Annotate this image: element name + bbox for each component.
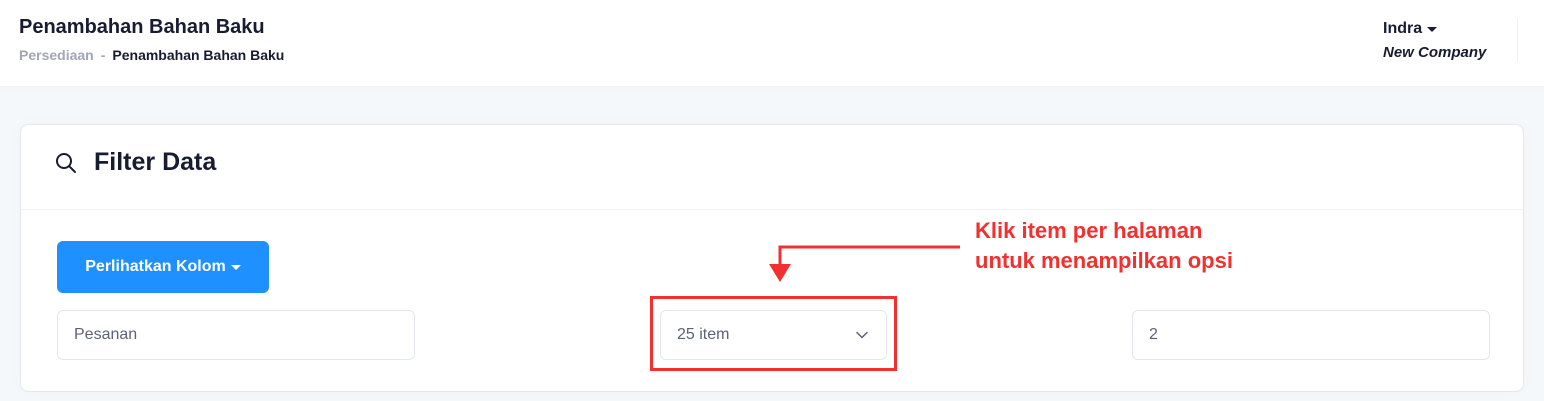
card-title: Filter Data — [94, 148, 217, 176]
annotation-line-2: untuk menampilkan opsi — [975, 248, 1233, 273]
highlight-box — [650, 296, 897, 371]
breadcrumb: Persediaan - Penambahan Bahan Baku — [19, 47, 284, 63]
annotation-text: Klik item per halaman untuk menampilkan … — [975, 216, 1233, 276]
show-columns-label: Perlihatkan Kolom — [85, 258, 226, 275]
annotation-line-1: Klik item per halaman — [975, 218, 1203, 243]
annotation-arrow — [769, 245, 960, 282]
breadcrumb-separator: - — [100, 47, 106, 63]
show-columns-button[interactable]: Perlihatkan Kolom — [57, 241, 269, 293]
page-title: Penambahan Bahan Baku — [19, 16, 265, 38]
page-number-value: 2 — [1149, 326, 1158, 343]
breadcrumb-current: Penambahan Bahan Baku — [112, 47, 285, 63]
breadcrumb-parent[interactable]: Persediaan — [19, 47, 94, 63]
caret-down-icon — [230, 264, 241, 270]
header-divider — [1517, 18, 1518, 62]
search-input[interactable]: Pesanan — [57, 310, 415, 360]
page-header: Penambahan Bahan Baku Persediaan - Penam… — [0, 0, 1544, 86]
caret-down-icon — [1427, 26, 1438, 32]
page-number-input[interactable]: 2 — [1132, 310, 1490, 360]
user-menu[interactable]: Indra New Company — [1383, 20, 1486, 61]
filter-card-header: Filter Data — [21, 125, 1523, 210]
search-icon — [56, 153, 76, 173]
user-name: Indra — [1383, 20, 1423, 37]
company-name: New Company — [1383, 44, 1487, 61]
user-name-dropdown[interactable]: Indra — [1383, 20, 1486, 38]
search-input-value: Pesanan — [74, 326, 138, 343]
